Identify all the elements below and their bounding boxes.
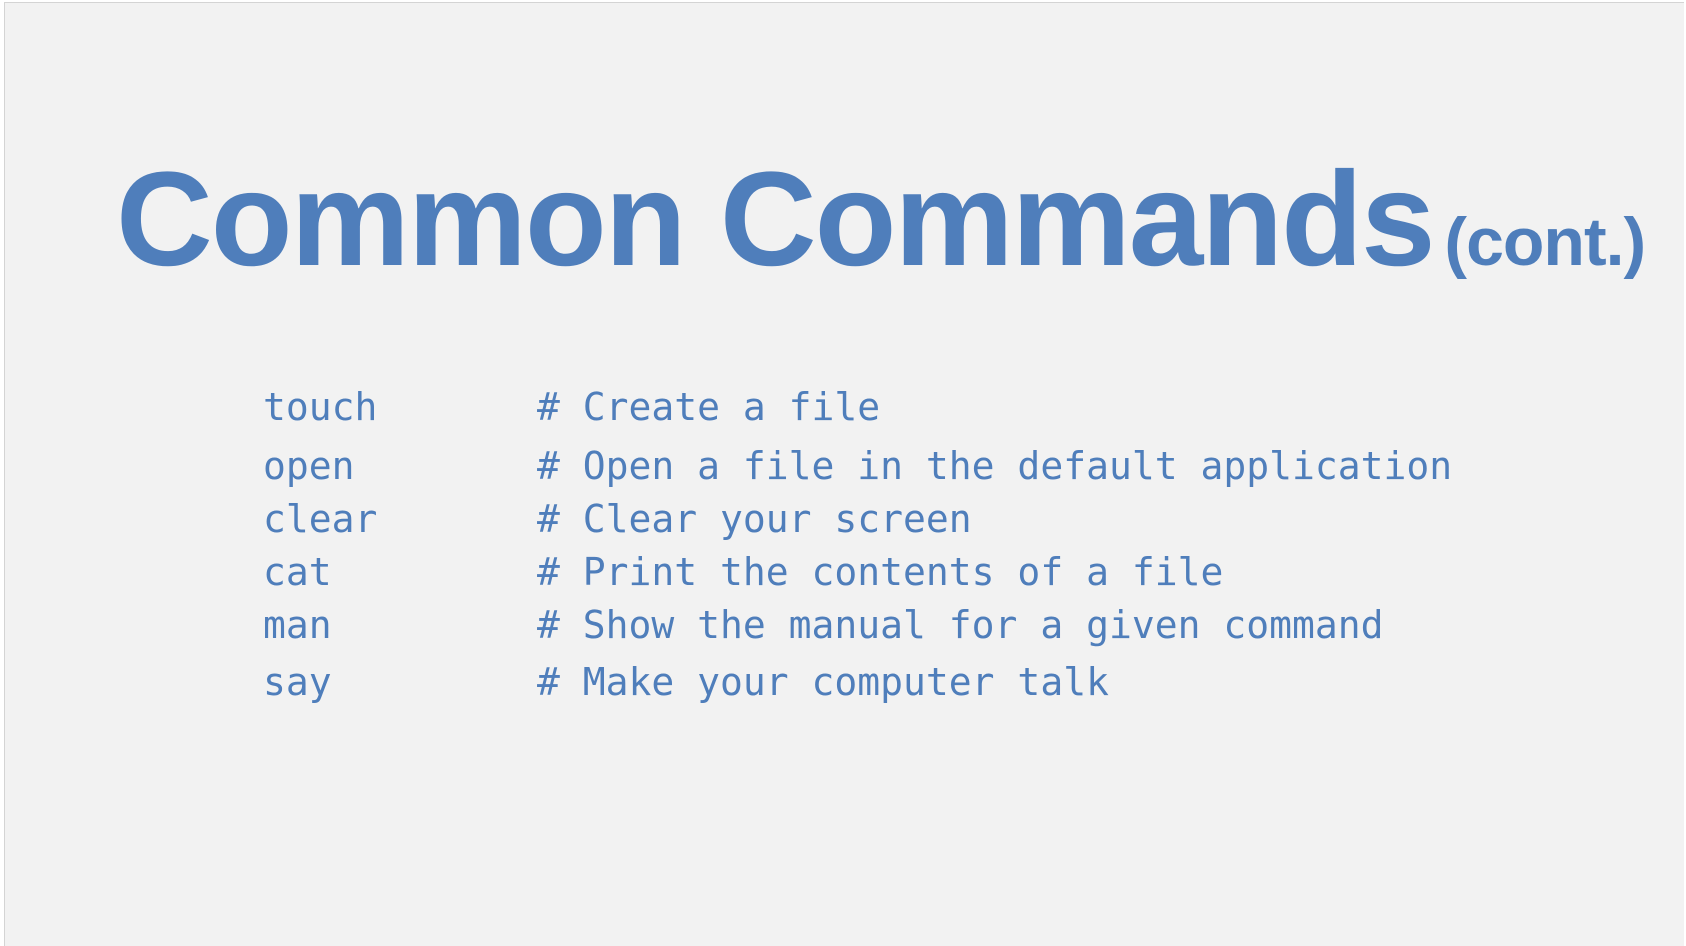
command-name: say [263,660,332,704]
command-comment: # Open a file in the default application [537,444,1453,488]
command-name: open [263,444,355,488]
title-suffix: (cont.) [1444,204,1646,280]
command-comment: # Clear your screen [537,497,972,541]
command-name: clear [263,497,378,541]
command-name: man [263,603,332,647]
command-comment: # Show the manual for a given command [537,603,1384,647]
command-comment: # Create a file [537,385,881,429]
title-main: Common Commands [116,145,1436,294]
slide-title: Common Commands (cont.) [116,153,1646,287]
command-comment: # Print the contents of a file [537,550,1224,594]
command-comment: # Make your computer talk [537,660,1109,704]
slide: Common Commands (cont.) touch # Create a… [4,2,1684,946]
command-name: touch [263,385,378,429]
command-name: cat [263,550,332,594]
